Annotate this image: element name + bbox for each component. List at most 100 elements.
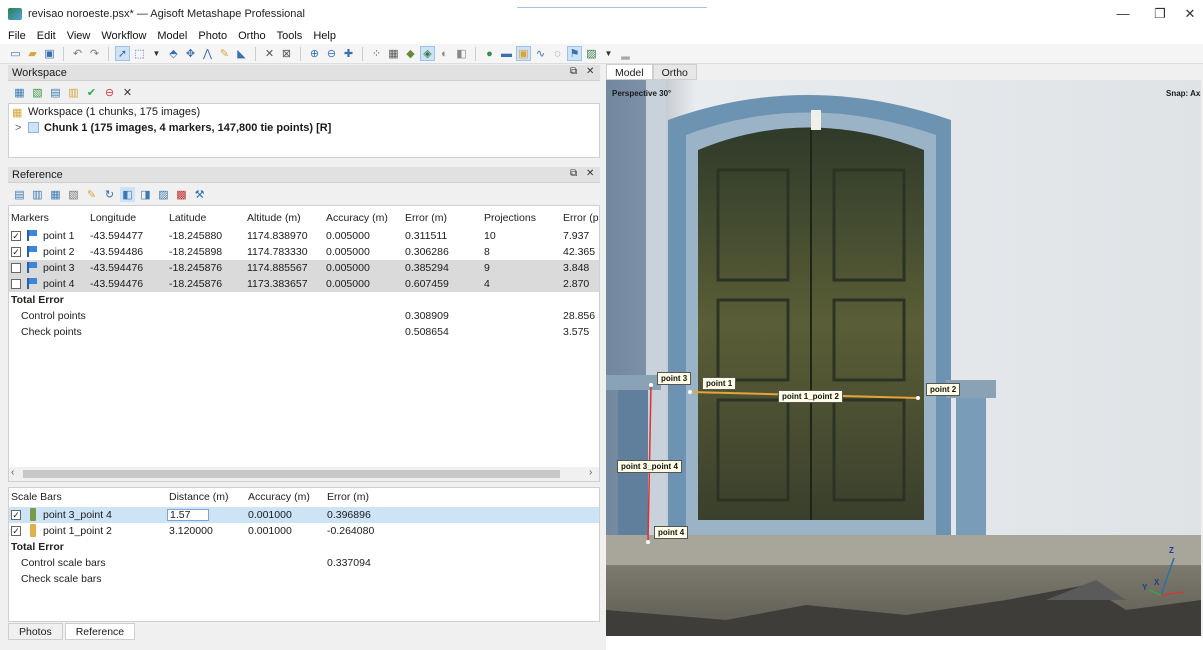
marker-label-point2[interactable]: point 2 [926,383,961,396]
float-panel-icon[interactable]: ⧉ [570,66,577,77]
selection-dropdown-icon[interactable]: ▼ [149,46,164,61]
ruler-icon[interactable]: ⋀ [200,46,215,61]
scalebar-checkbox[interactable]: ✓ [11,526,21,536]
close-window-button[interactable]: ✕ [1175,5,1203,23]
chunk-label[interactable]: Chunk 1 (175 images, 4 markers, 147,800 … [44,122,331,134]
convert-reference-icon[interactable]: ▧ [66,187,81,202]
close-panel-icon[interactable]: ✕ [586,66,594,77]
col-scale-bars[interactable]: Scale Bars [11,491,62,503]
rectangle-selection-icon[interactable]: ⬚ [132,46,147,61]
optimize-cameras-icon[interactable]: ✎ [84,187,99,202]
col-altitude[interactable]: Altitude (m) [247,212,301,224]
marker-label-point1[interactable]: point 1 [702,377,737,390]
settings-tools-icon[interactable]: ⚒ [192,187,207,202]
scalebar-row[interactable]: ✓ point 1_point 2 3.120000 0.001000 -0.2… [9,523,599,539]
dense-cloud-icon[interactable]: ▦ [386,46,401,61]
col-error-pix[interactable]: Error (pix) [563,212,599,224]
add-photos-icon[interactable]: ▧ [30,85,45,100]
marker-dot-point2[interactable] [916,396,920,400]
col-markers[interactable]: Markers [11,212,49,224]
view-estimated-icon[interactable]: ◨ [138,187,153,202]
menu-file[interactable]: File [8,30,26,42]
model-shaded-icon[interactable]: ◆ [403,46,418,61]
marker-dot-point4[interactable] [646,540,650,544]
workspace-root-label[interactable]: Workspace (1 chunks, 175 images) [28,106,200,118]
zoom-in-icon[interactable]: ⊕ [307,46,322,61]
marker-checkbox[interactable]: ✓ [11,231,21,241]
marker-row[interactable]: ✓ point 1 -43.594477 -18.245880 1174.838… [9,228,599,244]
restore-button[interactable]: ❐ [1145,5,1175,23]
horizontal-scrollbar[interactable]: ‹ › [9,467,599,481]
menu-workflow[interactable]: Workflow [101,30,146,42]
tab-ortho[interactable]: Ortho [652,64,697,80]
globe-icon[interactable]: ● [482,46,497,61]
marker-checkbox[interactable] [11,263,21,273]
show-region-icon[interactable]: ▣ [516,46,531,61]
col-sb-error[interactable]: Error (m) [327,491,369,503]
menu-help[interactable]: Help [313,30,336,42]
tab-model[interactable]: Model [606,64,653,80]
marker-row[interactable]: ✓ point 2 -43.594486 -18.245898 1174.783… [9,244,599,260]
marker-row[interactable]: point 3 -43.594476 -18.245876 1174.88556… [9,260,599,276]
show-markers-icon[interactable]: ⚑ [567,46,582,61]
minimize-button[interactable]: — [1108,5,1138,23]
show-images-icon[interactable]: ▨ [584,46,599,61]
resize-region-icon[interactable]: ⬘ [166,46,181,61]
disable-icon[interactable]: ⊖ [102,85,117,100]
scalebar-row[interactable]: ✓ point 3_point 4 0.001000 0.396896 [9,507,599,523]
add-chunk-icon[interactable]: ▦ [12,85,27,100]
reset-view-icon[interactable]: ✚ [341,46,356,61]
crop-icon[interactable]: ⊠ [279,46,294,61]
col-longitude[interactable]: Longitude [90,212,136,224]
scalebar-label-point1-point2[interactable]: point 1_point 2 [778,390,843,403]
col-latitude[interactable]: Latitude [169,212,206,224]
distance-edit-field[interactable]: 1.57 [167,509,209,521]
menu-photo[interactable]: Photo [198,30,227,42]
tab-photos[interactable]: Photos [8,623,63,640]
tiled-model-icon[interactable]: ◐ [437,46,452,61]
scroll-right-icon[interactable]: › [589,467,592,478]
add-folder-icon[interactable]: ▤ [48,85,63,100]
remove-item-icon[interactable]: ✕ [120,85,135,100]
menu-view[interactable]: View [67,30,91,42]
model-textured-icon[interactable]: ◈ [420,46,435,61]
scrollbar-thumb[interactable] [23,470,560,478]
delete-icon[interactable]: ✕ [262,46,277,61]
marker-dot-point3[interactable] [649,383,653,387]
menu-model[interactable]: Model [157,30,187,42]
dem-icon[interactable]: ◧ [454,46,469,61]
zoom-out-icon[interactable]: ⊖ [324,46,339,61]
import-reference-icon[interactable]: ▤ [12,187,27,202]
col-sb-accuracy[interactable]: Accuracy (m) [248,491,310,503]
show-labels-icon[interactable]: ◌ [550,46,565,61]
new-document-icon[interactable]: ▭ [8,46,23,61]
menu-edit[interactable]: Edit [37,30,56,42]
camera-icon[interactable]: ▂ [618,46,633,61]
navigation-cursor-icon[interactable]: ➚ [115,46,130,61]
show-shapes-icon[interactable]: ∿ [533,46,548,61]
export-reference-icon[interactable]: ▥ [30,187,45,202]
marker-dot-point1[interactable] [688,390,692,394]
redo-icon[interactable]: ↷ [87,46,102,61]
point-cloud-icon[interactable]: ⁘ [369,46,384,61]
marker-checkbox[interactable] [11,279,21,289]
tab-reference[interactable]: Reference [64,623,136,640]
model-viewport[interactable]: Perspective 30° Snap: Axis, 3 point 3 po… [606,80,1201,636]
col-accuracy[interactable]: Accuracy (m) [326,212,388,224]
draw-polyline-icon[interactable]: ✎ [217,46,232,61]
enable-icon[interactable]: ✔ [84,85,99,100]
marker-label-point4[interactable]: point 4 [654,526,689,539]
save-icon[interactable]: ▣ [42,46,57,61]
open-folder-icon[interactable]: ▰ [25,46,40,61]
marker-label-point3[interactable]: point 3 [657,372,692,385]
view-errors-icon[interactable]: ▨ [156,187,171,202]
workspace-info-icon[interactable]: ▥ [66,85,81,100]
close-panel-icon[interactable]: ✕ [586,168,594,179]
show-cameras-icon[interactable]: ▬ [499,46,514,61]
col-error[interactable]: Error (m) [405,212,447,224]
scroll-left-icon[interactable]: ‹ [11,467,14,478]
clear-reference-icon[interactable]: ▦ [48,187,63,202]
view-source-icon[interactable]: ◧ [120,186,135,202]
marker-checkbox[interactable]: ✓ [11,247,21,257]
update-transform-icon[interactable]: ↻ [102,187,117,202]
